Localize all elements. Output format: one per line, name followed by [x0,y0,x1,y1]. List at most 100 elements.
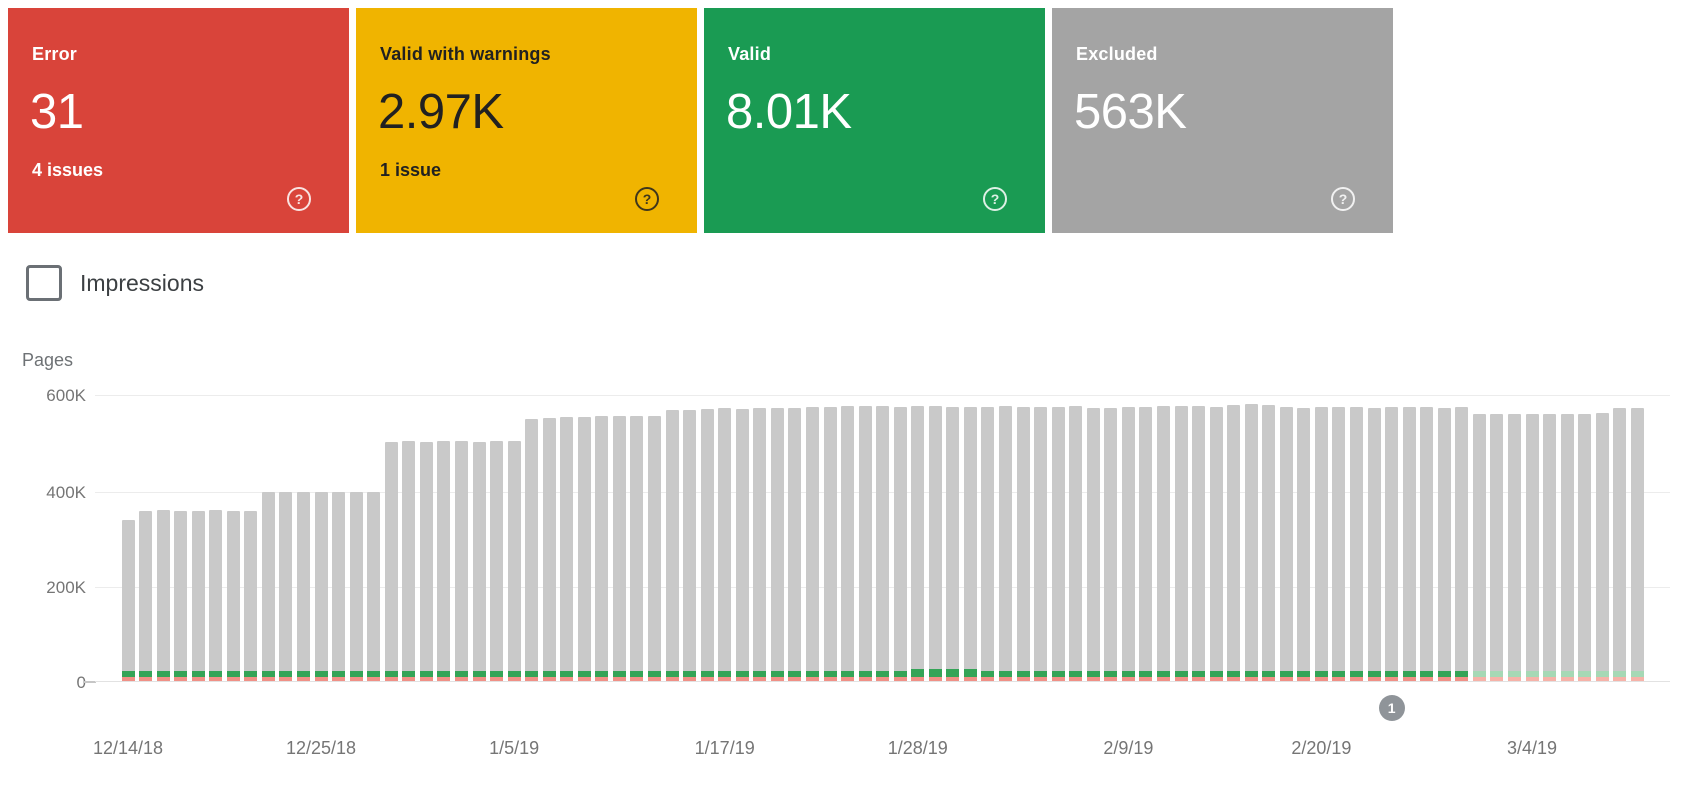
bar-day-5[interactable] [209,510,223,681]
bar-day-86[interactable] [1630,407,1644,681]
bar-day-81[interactable] [1543,413,1557,681]
bar-day-71[interactable] [1367,407,1381,681]
bar-day-15[interactable] [384,441,398,681]
bar-day-16[interactable] [402,441,416,681]
bar-day-3[interactable] [174,510,188,681]
bar-day-43[interactable] [876,406,890,681]
bar-day-10[interactable] [297,492,310,681]
bar-day-52[interactable] [1034,407,1048,681]
bar-day-34[interactable] [718,408,732,681]
bar-day-42[interactable] [858,405,872,681]
bar-day-0[interactable] [121,520,135,681]
bar-day-36[interactable] [753,408,767,681]
bar-day-53[interactable] [1051,406,1065,681]
bar-day-29[interactable] [630,416,644,681]
card-valid[interactable]: Valid 8.01K ? [704,8,1045,233]
bar-day-27[interactable] [595,416,609,681]
bar-day-77[interactable] [1472,414,1486,681]
bar-day-79[interactable] [1507,414,1521,681]
bar-day-1[interactable] [139,510,153,681]
bar-day-82[interactable] [1560,414,1574,681]
bar-day-55[interactable] [1086,408,1100,681]
bar-day-17[interactable] [419,441,433,681]
bar-day-26[interactable] [577,416,591,681]
bar-day-44[interactable] [893,406,907,681]
help-icon[interactable]: ? [635,187,659,211]
bar-day-54[interactable] [1069,406,1083,681]
bar-day-13[interactable] [349,492,363,681]
bar-day-12[interactable] [332,492,346,681]
bar-day-76[interactable] [1455,407,1469,681]
card-valid-with-warnings[interactable]: Valid with warnings 2.97K 1 issue ? [356,8,697,233]
help-icon[interactable]: ? [1331,187,1355,211]
impressions-checkbox[interactable] [26,265,62,301]
bar-day-47[interactable] [946,406,960,681]
bar-day-49[interactable] [981,406,995,681]
bar-day-4[interactable] [191,510,205,681]
bar-day-72[interactable] [1385,407,1399,681]
help-icon[interactable]: ? [287,187,311,211]
bar-day-46[interactable] [928,405,942,681]
bar-day-35[interactable] [735,408,749,681]
bar-day-37[interactable] [770,407,784,681]
bar-day-38[interactable] [788,408,802,681]
bar-day-62[interactable] [1209,406,1223,681]
bar-day-41[interactable] [841,406,855,681]
event-marker-1[interactable]: 1 [1378,695,1405,721]
bar-day-14[interactable] [367,492,381,681]
bar-day-48[interactable] [963,407,977,681]
bar-day-40[interactable] [823,406,837,681]
bar-day-7[interactable] [244,510,258,681]
bar-day-61[interactable] [1192,406,1206,681]
bar-day-9[interactable] [279,492,293,681]
bar-day-69[interactable] [1332,406,1346,681]
bar-day-25[interactable] [560,417,574,681]
bar-day-2[interactable] [156,510,170,681]
bar-day-67[interactable] [1297,407,1311,681]
bar-day-21[interactable] [490,441,504,681]
bar-day-57[interactable] [1121,407,1135,681]
bar-day-63[interactable] [1227,404,1241,681]
help-icon[interactable]: ? [983,187,1007,211]
bar-day-80[interactable] [1525,414,1539,681]
bar-day-18[interactable] [437,440,451,681]
card-error[interactable]: Error 31 4 issues ? [8,8,349,233]
bar-day-20[interactable] [472,441,486,681]
bar-day-85[interactable] [1613,408,1627,681]
bar-day-84[interactable] [1595,413,1609,681]
bar-day-78[interactable] [1490,414,1504,681]
bar-day-60[interactable] [1174,405,1188,681]
bar-day-70[interactable] [1350,407,1363,681]
bar-day-65[interactable] [1262,404,1276,681]
bar-day-74[interactable] [1420,407,1434,681]
bar-day-50[interactable] [999,406,1012,681]
bar-day-58[interactable] [1139,406,1153,681]
bar-day-75[interactable] [1437,407,1451,681]
bar-day-56[interactable] [1104,407,1118,681]
bar-day-22[interactable] [507,440,521,681]
error-segment [1595,677,1609,681]
bar-day-59[interactable] [1156,406,1170,681]
bar-day-45[interactable] [911,406,925,681]
error-segment [1630,677,1644,681]
bar-day-73[interactable] [1402,406,1416,681]
bar-day-32[interactable] [683,409,697,681]
excluded-segment [577,416,591,671]
bar-day-19[interactable] [454,441,468,681]
bar-day-11[interactable] [314,492,328,681]
bar-day-64[interactable] [1244,404,1258,681]
bar-day-68[interactable] [1314,407,1328,681]
bar-day-39[interactable] [805,407,819,681]
bar-day-24[interactable] [542,417,556,681]
bar-day-6[interactable] [226,510,240,681]
bar-day-28[interactable] [612,415,626,681]
bar-day-8[interactable] [261,492,275,681]
bar-day-51[interactable] [1016,406,1030,681]
bar-day-83[interactable] [1578,413,1592,681]
bar-day-31[interactable] [665,410,679,681]
card-excluded[interactable]: Excluded 563K ? [1052,8,1393,233]
bar-day-66[interactable] [1279,407,1293,681]
bar-day-23[interactable] [525,418,539,681]
bar-day-30[interactable] [648,415,661,681]
bar-day-33[interactable] [700,409,714,681]
